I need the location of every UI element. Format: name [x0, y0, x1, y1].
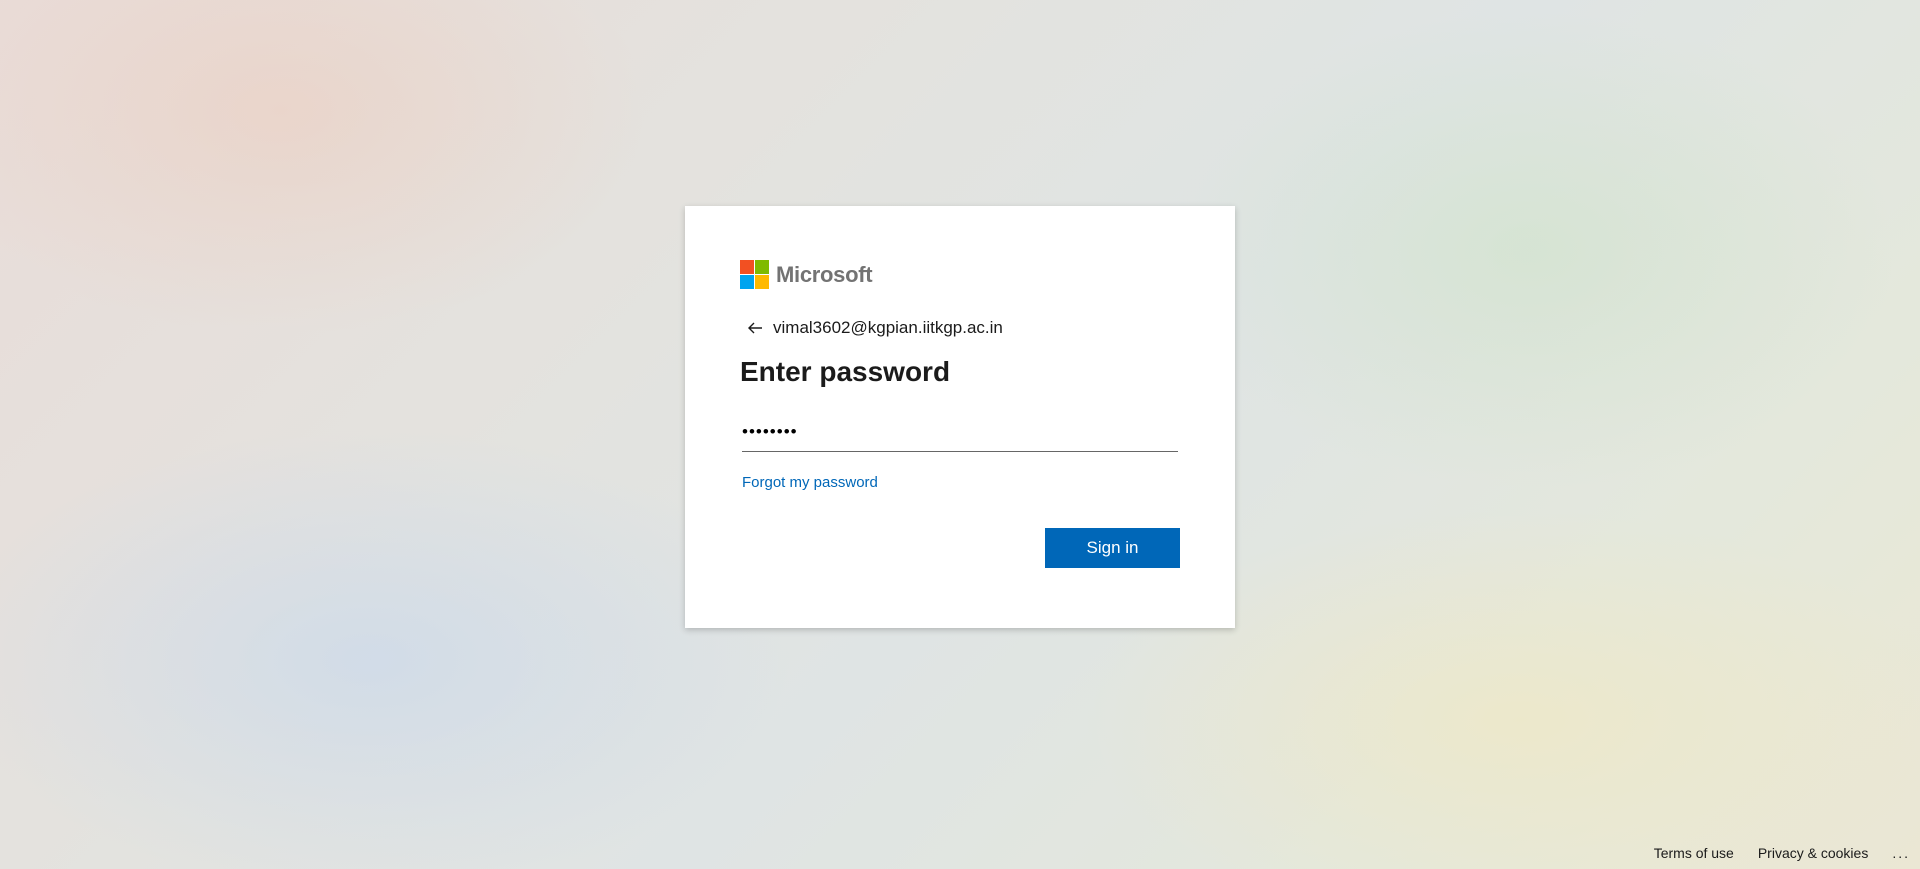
forgot-password-link[interactable]: Forgot my password [742, 474, 878, 491]
account-email: vimal3602@kgpian.iitkgp.ac.in [773, 318, 1003, 337]
microsoft-logo: Microsoft [740, 260, 873, 289]
sign-in-card: Microsoft vimal3602@kgpian.iitkgp.ac.in … [685, 206, 1235, 628]
brand-name: Microsoft [776, 261, 873, 287]
more-options-icon[interactable]: ... [1892, 845, 1910, 861]
password-field[interactable] [742, 416, 1178, 452]
microsoft-logo-icon [740, 260, 769, 289]
sign-in-button[interactable]: Sign in [1045, 528, 1180, 568]
terms-of-use-link[interactable]: Terms of use [1654, 845, 1734, 861]
footer: Terms of use Privacy & cookies ... [1654, 845, 1910, 861]
page-title: Enter password [740, 356, 951, 387]
account-identity: vimal3602@kgpian.iitkgp.ac.in [743, 316, 1003, 340]
back-arrow-icon[interactable] [743, 316, 767, 340]
privacy-cookies-link[interactable]: Privacy & cookies [1758, 845, 1868, 861]
